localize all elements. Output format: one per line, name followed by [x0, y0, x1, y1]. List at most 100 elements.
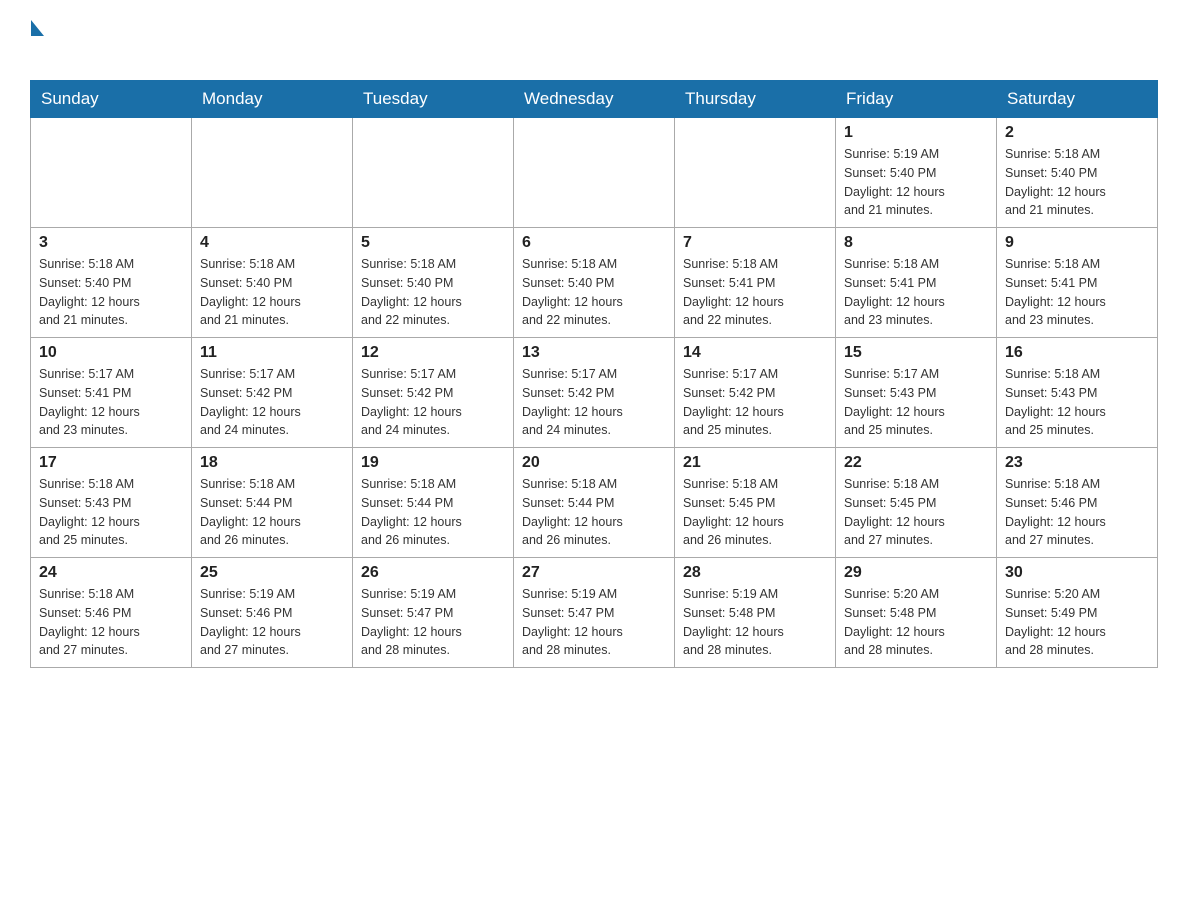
day-info: Sunrise: 5:18 AM Sunset: 5:40 PM Dayligh…	[39, 255, 183, 330]
calendar-cell: 27 Sunrise: 5:19 AM Sunset: 5:47 PM Dayli…	[514, 558, 675, 668]
day-info: Sunrise: 5:19 AM Sunset: 5:46 PM Dayligh…	[200, 585, 344, 660]
calendar-cell: 21Sunrise: 5:18 AM Sunset: 5:45 PM Dayli…	[675, 448, 836, 558]
day-number: 14	[683, 344, 827, 362]
calendar-header-row: SundayMondayTuesdayWednesdayThursdayFrid…	[31, 81, 1158, 118]
day-number: 22	[844, 454, 988, 472]
calendar-cell: 25 Sunrise: 5:19 AM Sunset: 5:46 PM Dayli…	[192, 558, 353, 668]
day-number: 10	[39, 344, 183, 362]
calendar-header-saturday: Saturday	[997, 81, 1158, 118]
day-number: 4	[200, 234, 344, 252]
day-info: Sunrise: 5:18 AM Sunset: 5:44 PM Dayligh…	[522, 475, 666, 550]
day-info: Sunrise: 5:17 AM Sunset: 5:42 PM Dayligh…	[683, 365, 827, 440]
day-info: Sunrise: 5:17 AM Sunset: 5:42 PM Dayligh…	[522, 365, 666, 440]
calendar-cell: 19 Sunrise: 5:18 AM Sunset: 5:44 PM Dayli…	[353, 448, 514, 558]
calendar-header-thursday: Thursday	[675, 81, 836, 118]
day-info: Sunrise: 5:19 AM Sunset: 5:47 PM Dayligh…	[522, 585, 666, 660]
day-number: 5	[361, 234, 505, 252]
calendar-cell	[31, 118, 192, 228]
calendar-cell: 26Sunrise: 5:19 AM Sunset: 5:47 PM Dayli…	[353, 558, 514, 668]
day-number: 25	[200, 564, 344, 582]
day-number: 24	[39, 564, 183, 582]
calendar-cell: 13 Sunrise: 5:17 AM Sunset: 5:42 PM Dayli…	[514, 338, 675, 448]
day-number: 23	[1005, 454, 1149, 472]
day-info: Sunrise: 5:18 AM Sunset: 5:43 PM Dayligh…	[39, 475, 183, 550]
calendar-cell: 6 Sunrise: 5:18 AM Sunset: 5:40 PM Daylig…	[514, 228, 675, 338]
week-row-1: 1 Sunrise: 5:19 AM Sunset: 5:40 PM Daylig…	[31, 118, 1158, 228]
calendar-cell: 28 Sunrise: 5:19 AM Sunset: 5:48 PM Dayli…	[675, 558, 836, 668]
day-info: Sunrise: 5:19 AM Sunset: 5:40 PM Dayligh…	[844, 145, 988, 220]
calendar-cell: 11Sunrise: 5:17 AM Sunset: 5:42 PM Dayli…	[192, 338, 353, 448]
day-info: Sunrise: 5:18 AM Sunset: 5:40 PM Dayligh…	[522, 255, 666, 330]
calendar-cell: 17 Sunrise: 5:18 AM Sunset: 5:43 PM Dayli…	[31, 448, 192, 558]
day-info: Sunrise: 5:19 AM Sunset: 5:48 PM Dayligh…	[683, 585, 827, 660]
day-info: Sunrise: 5:18 AM Sunset: 5:46 PM Dayligh…	[39, 585, 183, 660]
logo	[30, 20, 44, 70]
day-number: 26	[361, 564, 505, 582]
day-number: 12	[361, 344, 505, 362]
calendar-cell: 1 Sunrise: 5:19 AM Sunset: 5:40 PM Daylig…	[836, 118, 997, 228]
day-info: Sunrise: 5:18 AM Sunset: 5:45 PM Dayligh…	[683, 475, 827, 550]
day-number: 9	[1005, 234, 1149, 252]
day-info: Sunrise: 5:18 AM Sunset: 5:40 PM Dayligh…	[1005, 145, 1149, 220]
calendar-cell: 20 Sunrise: 5:18 AM Sunset: 5:44 PM Dayli…	[514, 448, 675, 558]
calendar-cell: 4 Sunrise: 5:18 AM Sunset: 5:40 PM Daylig…	[192, 228, 353, 338]
day-number: 27	[522, 564, 666, 582]
calendar-header-friday: Friday	[836, 81, 997, 118]
week-row-3: 10 Sunrise: 5:17 AM Sunset: 5:41 PM Dayli…	[31, 338, 1158, 448]
day-number: 20	[522, 454, 666, 472]
day-number: 18	[200, 454, 344, 472]
calendar-cell: 18 Sunrise: 5:18 AM Sunset: 5:44 PM Dayli…	[192, 448, 353, 558]
calendar-cell: 12 Sunrise: 5:17 AM Sunset: 5:42 PM Dayli…	[353, 338, 514, 448]
week-row-2: 3Sunrise: 5:18 AM Sunset: 5:40 PM Daylig…	[31, 228, 1158, 338]
day-info: Sunrise: 5:17 AM Sunset: 5:42 PM Dayligh…	[361, 365, 505, 440]
day-info: Sunrise: 5:18 AM Sunset: 5:40 PM Dayligh…	[200, 255, 344, 330]
day-number: 6	[522, 234, 666, 252]
day-info: Sunrise: 5:20 AM Sunset: 5:48 PM Dayligh…	[844, 585, 988, 660]
calendar-cell: 3Sunrise: 5:18 AM Sunset: 5:40 PM Daylig…	[31, 228, 192, 338]
calendar-cell: 9 Sunrise: 5:18 AM Sunset: 5:41 PM Daylig…	[997, 228, 1158, 338]
day-number: 2	[1005, 124, 1149, 142]
day-info: Sunrise: 5:17 AM Sunset: 5:41 PM Dayligh…	[39, 365, 183, 440]
calendar-header-sunday: Sunday	[31, 81, 192, 118]
calendar-header-monday: Monday	[192, 81, 353, 118]
calendar-table: SundayMondayTuesdayWednesdayThursdayFrid…	[30, 80, 1158, 668]
calendar-cell: 10 Sunrise: 5:17 AM Sunset: 5:41 PM Dayli…	[31, 338, 192, 448]
day-number: 30	[1005, 564, 1149, 582]
day-info: Sunrise: 5:18 AM Sunset: 5:41 PM Dayligh…	[1005, 255, 1149, 330]
day-number: 15	[844, 344, 988, 362]
day-number: 1	[844, 124, 988, 142]
day-info: Sunrise: 5:18 AM Sunset: 5:40 PM Dayligh…	[361, 255, 505, 330]
calendar-header-tuesday: Tuesday	[353, 81, 514, 118]
calendar-cell: 8 Sunrise: 5:18 AM Sunset: 5:41 PM Daylig…	[836, 228, 997, 338]
day-info: Sunrise: 5:20 AM Sunset: 5:49 PM Dayligh…	[1005, 585, 1149, 660]
week-row-5: 24 Sunrise: 5:18 AM Sunset: 5:46 PM Dayli…	[31, 558, 1158, 668]
day-info: Sunrise: 5:18 AM Sunset: 5:44 PM Dayligh…	[361, 475, 505, 550]
page-header	[30, 20, 1158, 70]
calendar-cell: 2 Sunrise: 5:18 AM Sunset: 5:40 PM Daylig…	[997, 118, 1158, 228]
calendar-cell: 5 Sunrise: 5:18 AM Sunset: 5:40 PM Daylig…	[353, 228, 514, 338]
day-number: 7	[683, 234, 827, 252]
calendar-cell: 29Sunrise: 5:20 AM Sunset: 5:48 PM Dayli…	[836, 558, 997, 668]
calendar-cell	[192, 118, 353, 228]
day-number: 8	[844, 234, 988, 252]
day-number: 13	[522, 344, 666, 362]
calendar-cell: 14 Sunrise: 5:17 AM Sunset: 5:42 PM Dayli…	[675, 338, 836, 448]
day-info: Sunrise: 5:18 AM Sunset: 5:44 PM Dayligh…	[200, 475, 344, 550]
calendar-cell: 24 Sunrise: 5:18 AM Sunset: 5:46 PM Dayli…	[31, 558, 192, 668]
calendar-cell: 22Sunrise: 5:18 AM Sunset: 5:45 PM Dayli…	[836, 448, 997, 558]
day-number: 17	[39, 454, 183, 472]
day-number: 19	[361, 454, 505, 472]
day-info: Sunrise: 5:18 AM Sunset: 5:41 PM Dayligh…	[844, 255, 988, 330]
calendar-cell	[675, 118, 836, 228]
calendar-cell: 15 Sunrise: 5:17 AM Sunset: 5:43 PM Dayli…	[836, 338, 997, 448]
calendar-cell: 23Sunrise: 5:18 AM Sunset: 5:46 PM Dayli…	[997, 448, 1158, 558]
calendar-cell: 30 Sunrise: 5:20 AM Sunset: 5:49 PM Dayli…	[997, 558, 1158, 668]
day-info: Sunrise: 5:18 AM Sunset: 5:43 PM Dayligh…	[1005, 365, 1149, 440]
day-info: Sunrise: 5:17 AM Sunset: 5:43 PM Dayligh…	[844, 365, 988, 440]
day-info: Sunrise: 5:18 AM Sunset: 5:41 PM Dayligh…	[683, 255, 827, 330]
logo-arrow-icon	[31, 20, 44, 36]
calendar-cell: 7 Sunrise: 5:18 AM Sunset: 5:41 PM Daylig…	[675, 228, 836, 338]
calendar-cell	[514, 118, 675, 228]
day-number: 28	[683, 564, 827, 582]
calendar-cell: 16Sunrise: 5:18 AM Sunset: 5:43 PM Dayli…	[997, 338, 1158, 448]
